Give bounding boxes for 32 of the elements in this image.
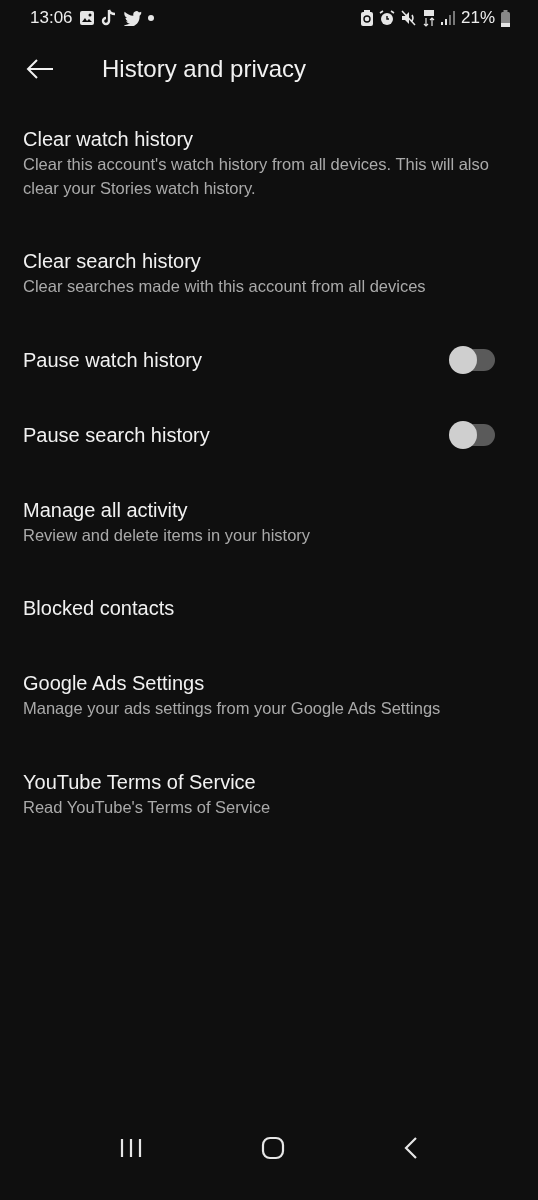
back-nav-button[interactable]: [404, 1136, 419, 1160]
setting-title: Pause watch history: [23, 347, 202, 373]
toggle-switch[interactable]: [451, 349, 495, 371]
back-button[interactable]: [26, 59, 54, 79]
battery-percentage: 21%: [460, 8, 495, 28]
dot-icon: [147, 15, 154, 21]
setting-title[interactable]: Manage all activity: [23, 496, 311, 524]
setting-description: Review and delete items in your history: [23, 524, 311, 546]
recent-apps-button[interactable]: [119, 1138, 142, 1158]
home-button[interactable]: [261, 1136, 285, 1160]
setting-description: Clear this account's watch history from all devices. This will also clear your Stories watch history.: [23, 154, 490, 199]
setting-title[interactable]: YouTube Terms of Service: [23, 768, 271, 796]
gallery-icon: [78, 10, 95, 26]
battery-saver-icon: [360, 10, 373, 26]
battery-icon: [501, 9, 510, 27]
setting-title[interactable]: Clear watch history: [23, 126, 495, 153]
toggle-switch[interactable]: [451, 424, 495, 446]
setting-title: Pause search history: [23, 422, 210, 448]
setting-title[interactable]: Blocked contacts: [23, 595, 175, 622]
setting-title[interactable]: Google Ads Settings: [23, 670, 441, 697]
status-time: 13:06: [30, 8, 73, 28]
alarm-icon: [378, 10, 395, 26]
mute-icon: [400, 10, 417, 26]
mobile-data-icon: [422, 9, 435, 27]
setting-description: Read YouTube's Terms of Service: [23, 796, 271, 818]
setting-title[interactable]: Clear search history: [23, 248, 426, 275]
page-title: History and privacy: [102, 55, 307, 83]
setting-description: Manage your ads settings from your Google Ads Settings: [23, 698, 441, 719]
bird-icon: [122, 10, 142, 26]
music-note-icon: [100, 9, 117, 27]
signal-icon: [440, 11, 455, 25]
setting-description: Clear searches made with this account from all devices: [23, 276, 426, 297]
